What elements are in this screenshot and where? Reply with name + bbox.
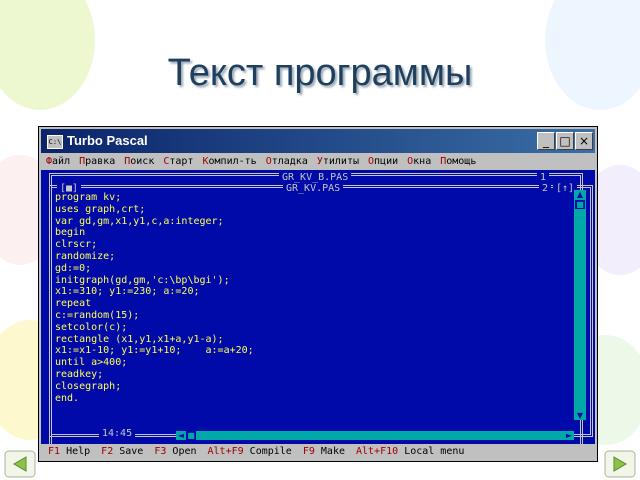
scroll-down-icon[interactable]: ▼: [575, 411, 585, 420]
menu-edit[interactable]: Правка: [74, 156, 119, 167]
menu-bar: Файл Правка Поиск Старт Компил-ть Отладк…: [41, 154, 595, 169]
close-button[interactable]: ×: [575, 132, 593, 150]
status-save[interactable]: F2 Save: [94, 446, 147, 457]
next-slide-icon[interactable]: [604, 450, 636, 478]
horizontal-scrollbar[interactable]: ◄ ■ ►: [176, 431, 574, 440]
status-make[interactable]: F9 Make: [296, 446, 349, 457]
status-help[interactable]: F1 Help: [41, 446, 94, 457]
menu-window[interactable]: Окна: [402, 156, 435, 167]
menu-compile[interactable]: Компил-ть: [197, 156, 260, 167]
window-titlebar[interactable]: C:\ Turbo Pascal _ □ ×: [41, 129, 595, 153]
turbo-pascal-window: C:\ Turbo Pascal _ □ × Файл Правка Поиск…: [38, 126, 598, 462]
back-window-number: 1: [537, 172, 550, 183]
scroll-left-icon[interactable]: ◄: [176, 431, 186, 440]
front-window-title: GR_KV.PAS: [283, 183, 344, 194]
menu-debug[interactable]: Отладка: [261, 156, 312, 167]
status-local-menu[interactable]: Alt+F10 Local menu: [349, 446, 468, 457]
front-window-number: 2: [539, 183, 552, 194]
editor-desktop: GR_KV_B.PAS 1 [■] GR_KV.PAS 2 [↑] progra…: [41, 170, 595, 449]
previous-slide-icon[interactable]: [4, 450, 36, 478]
status-open[interactable]: F3 Open: [147, 446, 200, 457]
menu-help[interactable]: Помощь: [435, 156, 480, 167]
menu-search[interactable]: Поиск: [119, 156, 158, 167]
window-title: Turbo Pascal: [67, 133, 148, 148]
hscroll-thumb-icon[interactable]: ■: [186, 431, 196, 440]
status-bar: F1 Help F2 Save F3 Open Alt+F9 Compile F…: [41, 444, 595, 459]
menu-run[interactable]: Старт: [158, 156, 197, 167]
menu-options[interactable]: Опции: [363, 156, 402, 167]
vertical-scrollbar[interactable]: ▲ ■ ▼: [574, 190, 586, 420]
minimize-button[interactable]: _: [537, 132, 555, 150]
code-editor[interactable]: program kv; uses graph,crt; var gd,gm,x1…: [55, 192, 254, 404]
status-compile[interactable]: Alt+F9 Compile: [201, 446, 296, 457]
menu-file[interactable]: Файл: [41, 156, 74, 167]
back-window-title: GR_KV_B.PAS: [279, 172, 352, 183]
cursor-position: 14:45: [99, 428, 136, 439]
slide-title: Текст программы: [167, 52, 473, 94]
maximize-button[interactable]: □: [556, 132, 574, 150]
scroll-thumb-icon[interactable]: ■: [575, 200, 585, 209]
menu-tools[interactable]: Утилиты: [312, 156, 363, 167]
app-icon[interactable]: C:\: [47, 135, 63, 149]
scroll-up-icon[interactable]: ▲: [575, 190, 585, 199]
scroll-right-icon[interactable]: ►: [564, 431, 574, 440]
